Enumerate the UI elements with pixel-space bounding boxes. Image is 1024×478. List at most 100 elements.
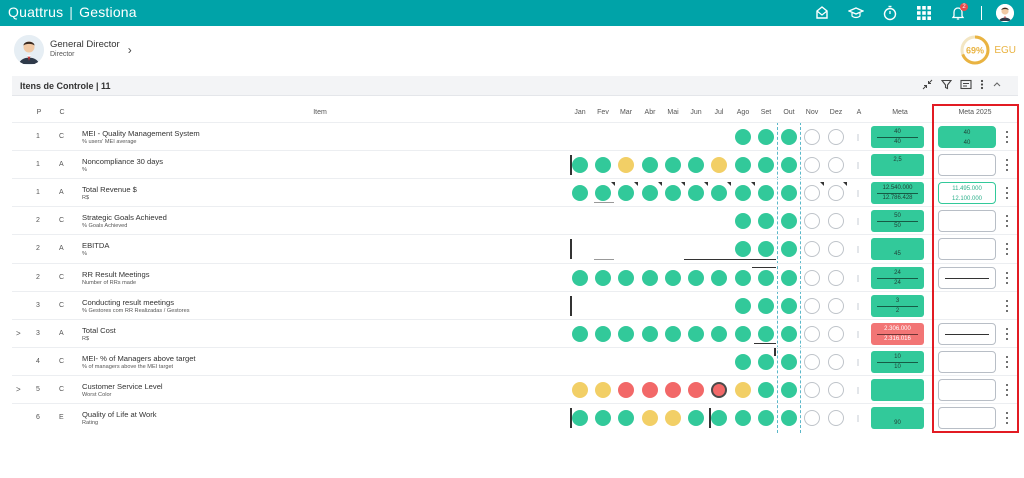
month-status-jan[interactable] — [572, 269, 588, 286]
chevron-up-icon[interactable] — [992, 79, 1002, 90]
month-status-mai[interactable] — [665, 269, 681, 286]
table-row[interactable]: 1 C MEI - Quality Management System% users… — [12, 122, 1018, 150]
month-status-nov[interactable] — [804, 410, 820, 426]
month-status-set[interactable] — [758, 410, 774, 426]
month-status-jan[interactable] — [572, 325, 588, 342]
month-status-dez[interactable] — [828, 157, 844, 174]
month-status-nov[interactable] — [804, 325, 820, 342]
month-status-ago[interactable] — [735, 157, 751, 174]
month-status-abr[interactable] — [642, 185, 658, 202]
month-status-jul[interactable] — [711, 185, 727, 202]
month-status-nov[interactable] — [804, 157, 820, 174]
month-status-set[interactable] — [758, 129, 774, 145]
item-name[interactable]: Customer Service Level — [82, 382, 163, 391]
item-name[interactable]: Strategic Goals Achieved — [82, 213, 167, 222]
table-row[interactable]: 3 C Conducting result meetings% Gestores c… — [12, 290, 1018, 319]
month-status-nov[interactable] — [804, 353, 820, 370]
month-status-dez[interactable] — [828, 241, 844, 258]
expand-row-chevron-icon[interactable]: > — [16, 385, 21, 394]
month-status-nov[interactable] — [804, 381, 820, 398]
collapse-icon[interactable] — [922, 79, 933, 90]
month-status-ago[interactable] — [735, 325, 751, 342]
table-row[interactable]: >3 A Total Cost R$ 2.306.000 2.316.016 — [12, 318, 1018, 348]
profile-selector[interactable]: General Director Director › — [14, 34, 132, 66]
month-status-set[interactable] — [758, 381, 774, 398]
month-status-set[interactable] — [758, 157, 774, 174]
col-header-month[interactable]: Mar — [615, 108, 637, 118]
meta-box[interactable]: 2.306.000 2.316.016 — [871, 322, 924, 345]
month-status-fev[interactable] — [595, 157, 611, 174]
col-header-month[interactable]: Out — [778, 108, 800, 118]
item-name[interactable]: Quality of Life at Work — [82, 410, 157, 419]
month-status-abr[interactable] — [642, 269, 658, 286]
month-status-set[interactable] — [758, 353, 774, 370]
month-status-dez[interactable] — [828, 325, 844, 342]
month-status-ago[interactable] — [735, 353, 751, 370]
month-status-jan[interactable] — [572, 381, 588, 398]
month-status-dez[interactable] — [828, 297, 844, 314]
month-status-out[interactable] — [781, 129, 797, 145]
col-header-month[interactable]: Fev — [592, 108, 614, 118]
month-status-mar[interactable] — [618, 157, 634, 174]
col-header-item[interactable]: Item — [290, 108, 350, 118]
table-row[interactable]: 2 C Strategic Goals Achieved% Goals Achiev… — [12, 206, 1018, 234]
month-status-nov[interactable] — [804, 269, 820, 286]
apps-grid-icon[interactable] — [913, 2, 935, 24]
month-status-mar[interactable] — [618, 269, 634, 286]
item-name[interactable]: Total Revenue $ — [82, 185, 137, 194]
month-status-ago[interactable] — [735, 269, 751, 286]
more-options-icon[interactable] — [980, 79, 984, 90]
month-status-ago[interactable] — [735, 213, 751, 230]
month-status-dez[interactable] — [828, 129, 844, 145]
month-status-out[interactable] — [781, 157, 797, 174]
month-status-dez[interactable] — [828, 353, 844, 370]
col-header-month[interactable]: Abr — [639, 108, 661, 118]
month-status-ago[interactable] — [735, 129, 751, 145]
item-name[interactable]: Noncompliance 30 days — [82, 157, 163, 166]
meta-box[interactable]: 50 50 — [871, 210, 924, 233]
month-status-mai[interactable] — [665, 157, 681, 174]
month-status-jun[interactable] — [688, 269, 704, 286]
item-name[interactable]: MEI - Quality Management System — [82, 129, 200, 138]
col-header-month[interactable]: Jul — [708, 108, 730, 118]
view-mode-icon[interactable] — [960, 79, 972, 90]
month-status-out[interactable] — [781, 241, 797, 258]
month-status-jul[interactable] — [711, 410, 727, 426]
month-status-mai[interactable] — [665, 325, 681, 342]
col-header-month[interactable]: Ago — [732, 108, 754, 118]
month-status-ago[interactable] — [735, 410, 751, 426]
meta-box[interactable]: 90 — [871, 407, 924, 429]
month-status-jan[interactable] — [572, 410, 588, 426]
month-status-out[interactable] — [781, 269, 797, 286]
month-status-jun[interactable] — [688, 157, 704, 174]
table-row[interactable]: 2 A EBITDA% 45 — [12, 234, 1018, 262]
month-status-dez[interactable] — [828, 269, 844, 286]
col-header-month[interactable]: Jun — [685, 108, 707, 118]
col-header-a[interactable]: A — [853, 108, 865, 118]
month-status-set[interactable] — [758, 325, 774, 342]
chevron-right-icon[interactable]: › — [128, 43, 132, 57]
month-status-nov[interactable] — [804, 129, 820, 145]
month-status-ago[interactable] — [735, 185, 751, 202]
meta-box[interactable]: 2,5 — [871, 154, 924, 177]
month-status-nov[interactable] — [804, 241, 820, 258]
month-status-jan[interactable] — [572, 185, 588, 202]
user-avatar[interactable] — [994, 2, 1016, 24]
month-status-mai[interactable] — [665, 381, 681, 398]
item-name[interactable]: Total Cost — [82, 326, 116, 335]
table-row[interactable]: 1 A Noncompliance 30 days% 2,5 — [12, 150, 1018, 178]
meta-box[interactable] — [871, 378, 924, 401]
stopwatch-icon[interactable] — [879, 2, 901, 24]
month-status-nov[interactable] — [804, 213, 820, 230]
col-header-month[interactable]: Nov — [801, 108, 823, 118]
month-status-nov[interactable] — [804, 297, 820, 314]
month-status-set[interactable] — [758, 269, 774, 286]
month-status-jul[interactable] — [711, 381, 727, 398]
month-status-abr[interactable] — [642, 325, 658, 342]
item-name[interactable]: Conducting result meetings — [82, 298, 174, 307]
month-status-mar[interactable] — [618, 381, 634, 398]
month-status-jun[interactable] — [688, 185, 704, 202]
meta-box[interactable]: 12.540.000 12.786.428 — [871, 182, 924, 205]
notifications-bell-icon[interactable]: 2 — [947, 2, 969, 24]
month-status-out[interactable] — [781, 325, 797, 342]
